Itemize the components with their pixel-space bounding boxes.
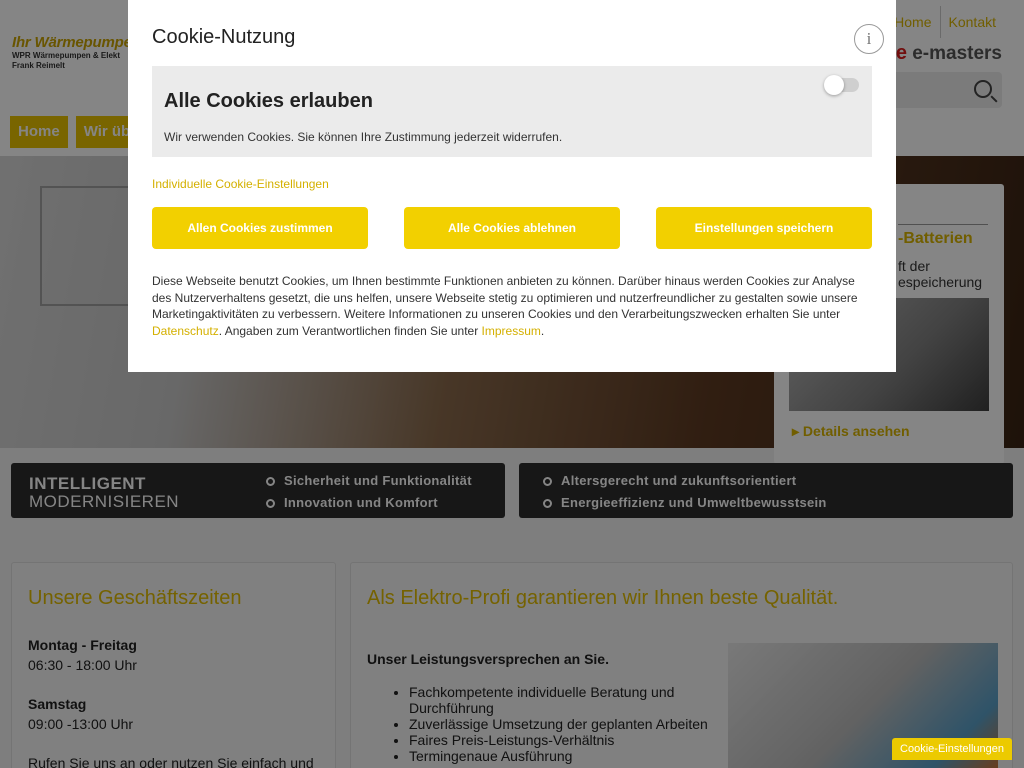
cookie-settings-tab[interactable]: Cookie-Einstellungen	[892, 738, 1012, 760]
reject-all-button[interactable]: Alle Cookies ablehnen	[404, 207, 620, 249]
cookie-info-text-part: Diese Webseite benutzt Cookies, um Ihnen…	[152, 274, 858, 322]
info-icon[interactable]: i	[854, 24, 884, 54]
individual-settings-link[interactable]: Individuelle Cookie-Einstellungen	[152, 177, 329, 191]
modal-title: Cookie-Nutzung	[152, 26, 296, 48]
cookie-modal: Cookie-Nutzung i Alle Cookies erlauben W…	[128, 0, 896, 372]
allow-all-title: Alle Cookies erlauben	[164, 90, 373, 112]
imprint-link[interactable]: Impressum	[482, 324, 541, 338]
cookie-info-text-part: .	[540, 323, 545, 338]
allow-all-toggle[interactable]	[824, 75, 859, 95]
privacy-link[interactable]: Datenschutz	[152, 324, 219, 338]
allow-all-description: Wir verwenden Cookies. Sie können Ihre Z…	[164, 130, 563, 144]
toggle-knob	[824, 75, 844, 95]
accept-all-button[interactable]: Allen Cookies zustimmen	[152, 207, 368, 249]
save-settings-button[interactable]: Einstellungen speichern	[656, 207, 872, 249]
allow-all-panel: Alle Cookies erlauben Wir verwenden Cook…	[152, 66, 872, 157]
cookie-info-text: Diese Webseite benutzt Cookies, um Ihnen…	[152, 273, 874, 339]
cookie-info-text-part: . Angaben zum Verantwortlichen finden Si…	[218, 323, 482, 338]
